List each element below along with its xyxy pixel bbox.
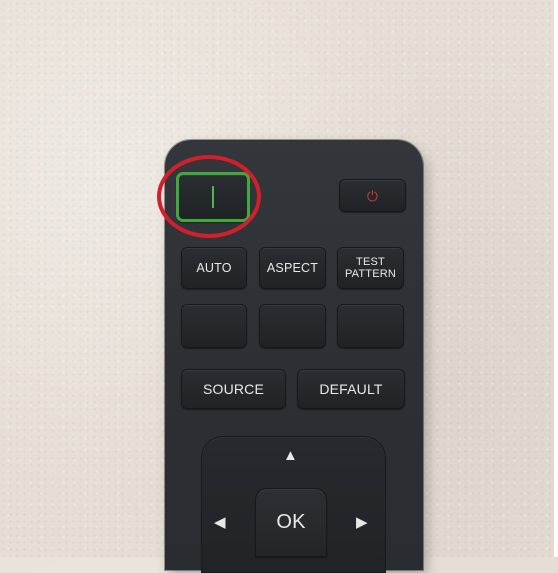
blank-button-2[interactable] bbox=[259, 304, 326, 348]
source-label: SOURCE bbox=[202, 381, 265, 397]
aspect-label: ASPECT bbox=[266, 261, 319, 275]
ok-label: OK bbox=[276, 511, 306, 533]
aspect-button[interactable]: ASPECT bbox=[259, 247, 326, 289]
ok-button[interactable]: OK bbox=[255, 488, 327, 557]
power-off-icon: ⏻ bbox=[366, 187, 379, 204]
auto-button[interactable]: AUTO bbox=[181, 247, 247, 289]
blank-button-1[interactable] bbox=[181, 304, 247, 348]
power-off-button[interactable]: ⏻ bbox=[339, 179, 406, 212]
source-button[interactable]: SOURCE bbox=[181, 369, 286, 409]
blank-button-3[interactable] bbox=[337, 304, 404, 348]
test-pattern-line2: PATTERN bbox=[344, 268, 397, 280]
highlight-ring bbox=[157, 155, 261, 238]
default-label: DEFAULT bbox=[319, 381, 383, 397]
right-arrow-icon[interactable]: ▶ bbox=[356, 515, 368, 530]
auto-label: AUTO bbox=[196, 261, 232, 275]
test-pattern-line1: TEST bbox=[356, 256, 385, 268]
left-arrow-icon[interactable]: ◀ bbox=[214, 515, 226, 530]
up-arrow-icon[interactable]: ▲ bbox=[283, 448, 298, 463]
image-border bbox=[554, 0, 558, 557]
default-button[interactable]: DEFAULT bbox=[297, 369, 405, 409]
test-pattern-button[interactable]: TEST PATTERN bbox=[337, 247, 404, 289]
test-pattern-label: TEST PATTERN bbox=[345, 256, 396, 280]
